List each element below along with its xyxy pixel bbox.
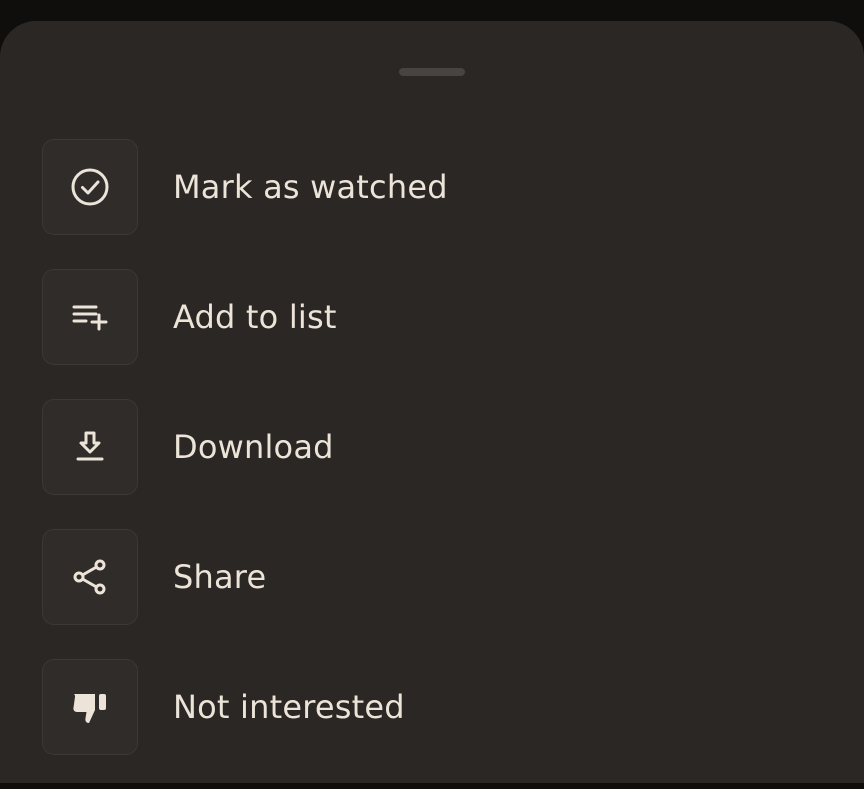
menu-item-add-to-list[interactable]: Add to list: [42, 269, 822, 365]
menu-item-label: Add to list: [173, 298, 337, 336]
menu-item-not-interested[interactable]: Not interested: [42, 659, 822, 755]
menu-item-icon-box: [42, 269, 138, 365]
download-icon: [76, 431, 104, 461]
menu-item-download[interactable]: Download: [42, 399, 822, 495]
menu-item-mark-as-watched[interactable]: Mark as watched: [42, 139, 822, 235]
menu-item-share[interactable]: Share: [42, 529, 822, 625]
share-icon: [73, 559, 106, 595]
bottom-sheet: Mark as watched Add to list Download Sha…: [0, 21, 864, 783]
playlist-add-icon: [72, 305, 108, 331]
menu-item-label: Mark as watched: [173, 168, 448, 206]
menu-item-label: Download: [173, 428, 334, 466]
check-circle-icon: [71, 168, 109, 206]
action-menu: Mark as watched Add to list Download Sha…: [42, 139, 822, 789]
menu-item-icon-box: [42, 659, 138, 755]
menu-item-icon-box: [42, 139, 138, 235]
drag-handle[interactable]: [399, 68, 465, 76]
menu-item-label: Share: [173, 558, 267, 596]
menu-item-label: Not interested: [173, 688, 405, 726]
menu-item-icon-box: [42, 399, 138, 495]
menu-item-icon-box: [42, 529, 138, 625]
thumbs-down-icon: [73, 694, 106, 723]
